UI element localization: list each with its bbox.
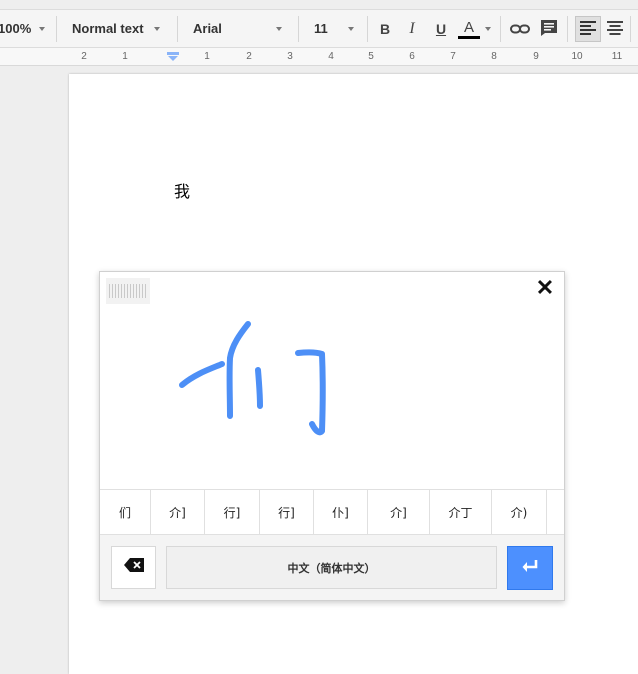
ruler-number: 2 [81,51,87,62]
enter-button[interactable] [507,546,553,590]
divider [500,16,501,42]
font-select[interactable]: Arial [193,10,222,47]
keyboard-bar: 中文（简体中文） [100,535,564,600]
comment-button[interactable] [538,18,560,40]
comment-icon [540,19,558,40]
text-color-label: A [463,18,474,36]
align-left-button[interactable] [575,16,601,42]
italic-label: I [409,20,415,37]
underline-button[interactable]: U [430,18,452,40]
ruler-number: 11 [611,51,623,62]
backspace-icon [123,558,144,577]
divider [177,16,178,42]
language-label: 中文（简体中文） [287,561,376,575]
font-size-select[interactable]: 11 [314,10,328,47]
ruler-number: 5 [368,51,374,62]
handwriting-stroke [226,321,251,419]
align-center-button[interactable] [604,18,626,40]
ruler-number: 4 [328,51,334,62]
ruler-number: 1 [204,51,210,62]
indent-marker-icon[interactable] [167,52,179,65]
drag-handle[interactable] [106,278,150,304]
ruler-number: 7 [450,51,456,62]
text-color-button[interactable]: A [458,18,480,40]
candidate-item[interactable]: 行] [205,490,260,534]
align-center-icon [607,20,623,38]
text-color-swatch [458,35,480,39]
handwriting-stroke [295,349,326,436]
text-color-chevron-down-icon [485,27,491,31]
zoom-select[interactable]: 100% [0,10,31,47]
italic-button[interactable]: I [401,18,423,40]
zoom-value: 100% [0,21,32,36]
divider [56,16,57,42]
ruler-number: 9 [533,51,539,62]
candidate-item[interactable]: 行] [260,490,314,534]
candidate-item[interactable]: 仆] [314,490,368,534]
handwriting-panel: ✕ 们 介] 行] 行] 仆] 介] 介丁 介) 中文（简体中文） [99,271,565,601]
style-select[interactable]: Normal text [72,10,144,47]
document-text: 我 [174,182,191,201]
ruler-number: 8 [491,51,497,62]
backspace-button[interactable] [111,546,156,589]
style-value: Normal text [72,21,144,36]
link-button[interactable] [509,18,531,40]
font-chevron-down-icon [276,27,282,31]
font-size-value: 11 [314,21,328,36]
candidate-item[interactable]: 介] [368,490,430,534]
ruler-number: 6 [409,51,415,62]
ruler-number: 10 [571,51,583,62]
candidate-item[interactable]: 介] [151,490,205,534]
candidate-bar: 们 介] 行] 行] 仆] 介] 介丁 介) [100,489,564,535]
language-space-button[interactable]: 中文（简体中文） [166,546,497,589]
ruler-number: 3 [287,51,293,62]
bold-button[interactable]: B [374,18,396,40]
font-value: Arial [193,21,222,36]
enter-icon [521,559,539,578]
align-left-icon [580,20,596,38]
candidate-item[interactable]: 们 [100,490,151,534]
candidate-item[interactable]: 介丁 [430,490,492,534]
grip-lines [109,284,147,298]
close-icon: ✕ [535,275,555,300]
candidate-item[interactable]: 介) [492,490,547,534]
divider [630,16,631,42]
handwriting-canvas[interactable] [100,272,564,489]
underline-label: U [435,21,447,37]
size-chevron-down-icon [348,27,354,31]
divider [367,16,368,42]
ruler-number: 1 [122,51,128,62]
ruler[interactable]: 2 1 1 2 3 4 5 6 7 8 9 10 11 [0,48,638,66]
handwriting-stroke [255,367,263,409]
ruler-number: 2 [246,51,252,62]
divider [567,16,568,42]
bold-label: B [379,21,391,37]
divider [298,16,299,42]
close-button[interactable]: ✕ [534,275,556,300]
link-icon [510,21,530,37]
toolbar: 100% Normal text Arial 11 B I U A [0,9,638,48]
zoom-chevron-down-icon [39,27,45,31]
handwriting-stroke [179,361,225,388]
style-chevron-down-icon [154,27,160,31]
